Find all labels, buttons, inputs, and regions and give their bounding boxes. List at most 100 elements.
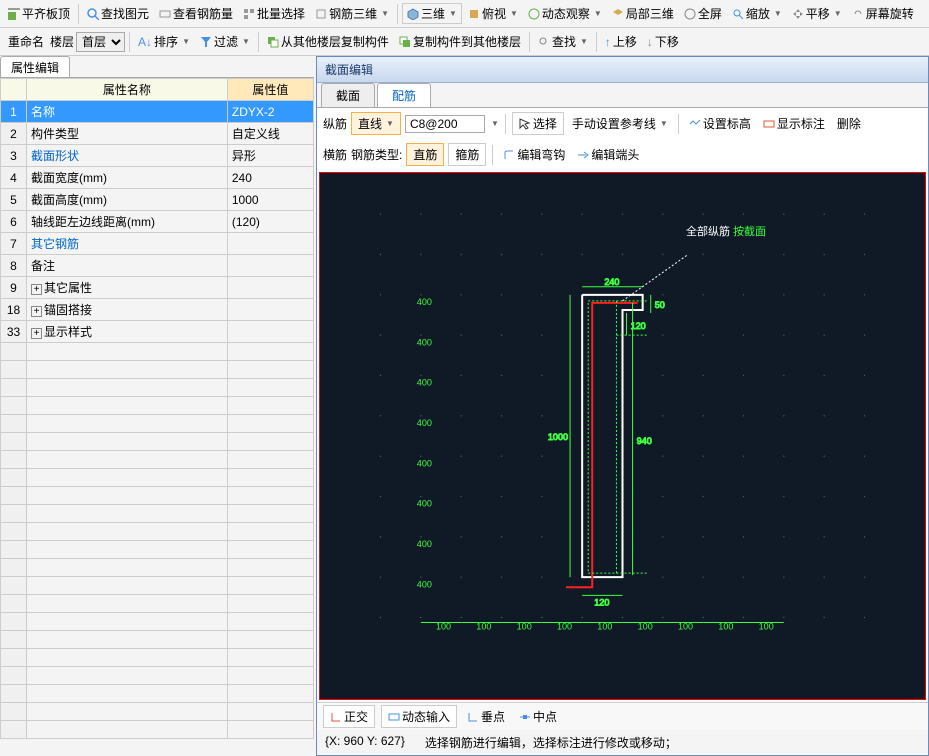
edit-end-button[interactable]: 编辑端头: [573, 144, 643, 165]
main-area: 属性编辑 属性名称 属性值 1名称ZDYX-22构件类型自定义线3截面形状异形4…: [0, 56, 929, 756]
prop-name-cell: 截面宽度(mm): [27, 167, 228, 189]
prop-value-cell[interactable]: [227, 233, 313, 255]
section-canvas[interactable]: 100100100100100100100100100 400400400400…: [319, 172, 926, 700]
svg-text:120: 120: [594, 597, 609, 607]
tb-rename[interactable]: 重命名: [4, 31, 48, 52]
rebar-toolbar-1: 纵筋 直线▼ ▼ 选择 手动设置参考线▼ 设置标高 显示标注 删除: [317, 108, 928, 139]
tab-section[interactable]: 截面: [321, 83, 375, 107]
tb-top-view[interactable]: 俯视▼: [464, 3, 522, 24]
long-rebar-label: 纵筋: [323, 115, 347, 132]
tb-filter[interactable]: 过滤▼: [196, 31, 254, 52]
separator: [397, 4, 398, 24]
select-button[interactable]: 选择: [512, 112, 564, 135]
separator: [596, 32, 597, 52]
coord-display: {X: 960 Y: 627}: [325, 734, 405, 751]
property-row[interactable]: 1名称ZDYX-2: [1, 101, 314, 123]
prop-value-cell[interactable]: 240: [227, 167, 313, 189]
prop-name-cell: 名称: [27, 101, 228, 123]
tb-orbit[interactable]: 动态观察▼: [524, 3, 606, 24]
property-row[interactable]: 8备注: [1, 255, 314, 277]
tb-find-element[interactable]: 查找图元: [83, 3, 153, 24]
tb-move-down[interactable]: ↓下移: [643, 31, 683, 52]
tb-find[interactable]: 查找▼: [534, 31, 592, 52]
delete-button[interactable]: 删除: [833, 113, 865, 134]
row-index: 3: [1, 145, 27, 167]
stirrup-button[interactable]: 箍筋: [448, 143, 486, 166]
cursor-icon: [519, 118, 531, 130]
prop-value-cell[interactable]: (120): [227, 211, 313, 233]
tb-batch-select[interactable]: 批量选择: [239, 3, 309, 24]
svg-text:1000: 1000: [548, 432, 568, 442]
ortho-icon: [330, 711, 342, 723]
prop-name-cell: +锚固搭接: [27, 299, 228, 321]
elevation-icon: [689, 118, 701, 130]
property-row[interactable]: 9+其它属性: [1, 277, 314, 299]
svg-text:400: 400: [417, 297, 432, 307]
prop-value-cell[interactable]: 异形: [227, 145, 313, 167]
prop-value-cell[interactable]: 1000: [227, 189, 313, 211]
show-annotation-button[interactable]: 显示标注: [759, 113, 829, 134]
tab-reinforcement[interactable]: 配筋: [377, 83, 431, 107]
svg-text:940: 940: [637, 436, 652, 446]
col-value-header: 属性值: [227, 79, 313, 101]
manual-refline-button[interactable]: 手动设置参考线▼: [568, 113, 672, 134]
up-arrow-icon: ↑: [605, 35, 611, 49]
prop-value-cell[interactable]: 自定义线: [227, 123, 313, 145]
prop-name-cell: 轴线距左边线距离(mm): [27, 211, 228, 233]
expand-icon[interactable]: +: [31, 306, 42, 317]
tb-screen-rotate[interactable]: 屏幕旋转: [848, 3, 918, 24]
tb-copy-to[interactable]: 复制构件到其他楼层: [395, 31, 525, 52]
set-elevation-button[interactable]: 设置标高: [685, 113, 755, 134]
tab-property-edit[interactable]: 属性编辑: [0, 56, 70, 77]
prop-value-cell[interactable]: ZDYX-2: [227, 101, 313, 123]
row-index: 18: [1, 299, 27, 321]
prop-value-cell[interactable]: [227, 321, 313, 343]
prop-value-cell[interactable]: [227, 277, 313, 299]
expand-icon[interactable]: +: [31, 328, 42, 339]
property-row[interactable]: 4截面宽度(mm)240: [1, 167, 314, 189]
dropdown-arrow-icon[interactable]: ▼: [491, 119, 499, 128]
canvas-bottom-toolbar: 正交 动态输入 垂点 中点: [317, 702, 928, 730]
tb-fullscreen[interactable]: 全屏: [680, 3, 726, 24]
ortho-button[interactable]: 正交: [323, 705, 375, 728]
tb-pan[interactable]: 平移▼: [788, 3, 846, 24]
tb-zoom[interactable]: 缩放▼: [728, 3, 786, 24]
rebar-spec-input[interactable]: [405, 115, 485, 133]
property-row[interactable]: 33+显示样式: [1, 321, 314, 343]
rebar-annotation: 全部纵筋 按截面: [686, 223, 766, 239]
mid-snap[interactable]: 中点: [515, 706, 561, 727]
perp-snap[interactable]: 垂点: [463, 706, 509, 727]
separator: [678, 114, 679, 134]
tb-view-rebar[interactable]: 查看钢筋量: [155, 3, 237, 24]
property-row[interactable]: 5截面高度(mm)1000: [1, 189, 314, 211]
prop-name-cell: 备注: [27, 255, 228, 277]
svg-text:400: 400: [417, 539, 432, 549]
svg-text:100: 100: [678, 622, 693, 632]
property-row[interactable]: 18+锚固搭接: [1, 299, 314, 321]
prop-value-cell[interactable]: [227, 255, 313, 277]
tb-3d[interactable]: 三维▼: [402, 3, 462, 24]
tb-sort[interactable]: A↓排序▼: [134, 31, 194, 52]
expand-icon[interactable]: +: [31, 284, 42, 295]
main-toolbar-2: 重命名 楼层 首层 A↓排序▼ 过滤▼ 从其他楼层复制构件 复制构件到其他楼层 …: [0, 28, 929, 56]
separator: [492, 145, 493, 165]
dropdown-arrow-icon: ▼: [594, 9, 602, 18]
property-row[interactable]: 2构件类型自定义线: [1, 123, 314, 145]
edit-hook-button[interactable]: 编辑弯钩: [499, 144, 569, 165]
tb-copy-from[interactable]: 从其他楼层复制构件: [263, 31, 393, 52]
tb-align-top[interactable]: 平齐板顶: [4, 3, 74, 24]
property-row[interactable]: 7其它钢筋: [1, 233, 314, 255]
prop-value-cell[interactable]: [227, 299, 313, 321]
property-row[interactable]: 6轴线距左边线距离(mm)(120): [1, 211, 314, 233]
tb-rebar-3d[interactable]: 钢筋三维▼: [311, 3, 393, 24]
property-row[interactable]: 3截面形状异形: [1, 145, 314, 167]
svg-text:400: 400: [417, 378, 432, 388]
line-type-select[interactable]: 直线▼: [351, 112, 401, 135]
floor-select[interactable]: 首层: [76, 32, 125, 52]
status-bar: {X: 960 Y: 627} 选择钢筋进行编辑，选择标注进行修改或移动；: [317, 730, 928, 755]
straight-rebar-button[interactable]: 直筋: [406, 143, 444, 166]
annotation-icon: [763, 118, 775, 130]
tb-local-3d[interactable]: 局部三维: [608, 3, 678, 24]
tb-move-up[interactable]: ↑上移: [601, 31, 641, 52]
dynamic-input-button[interactable]: 动态输入: [381, 705, 457, 728]
